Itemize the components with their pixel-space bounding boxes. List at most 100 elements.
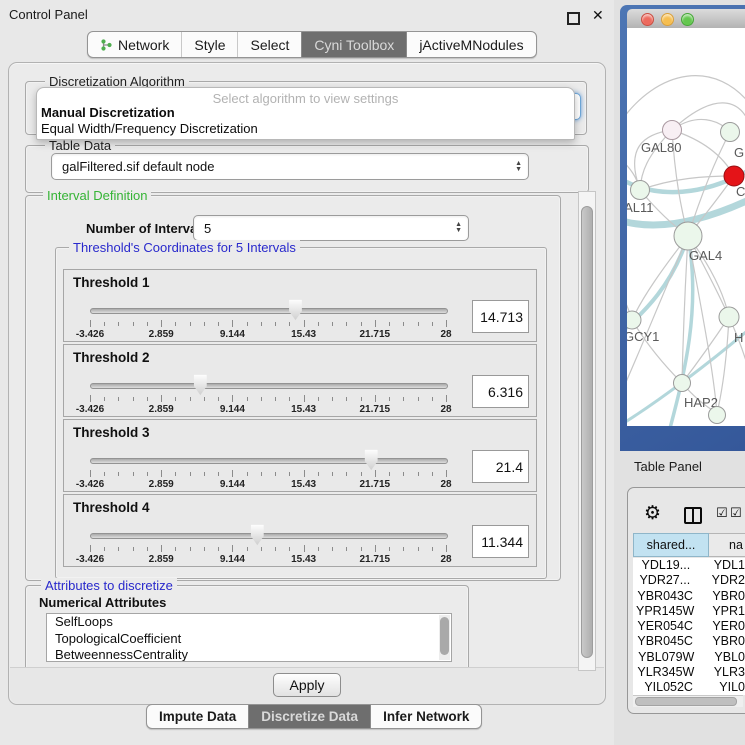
slider-track[interactable] — [90, 533, 448, 539]
threshold-slider[interactable]: -3.4262.8599.14415.4321.71528 — [90, 448, 446, 490]
algorithm-options: Manual DiscretizationEqual Width/Frequen… — [41, 105, 570, 137]
slider-tick — [318, 397, 319, 401]
table-data-combobox[interactable]: galFiltered.sif default node ▲ ▼ — [51, 153, 529, 180]
threshold-value-field[interactable] — [472, 450, 529, 483]
slider-tick — [432, 547, 433, 551]
slider-tick — [90, 545, 91, 552]
cell-name[interactable]: YER0 — [697, 619, 745, 634]
network-node-h[interactable] — [719, 307, 739, 327]
tab-jactivemnodules[interactable]: jActiveMNodules — [406, 32, 535, 57]
threshold-slider[interactable]: -3.4262.8599.14415.4321.71528 — [90, 523, 446, 565]
tab-network[interactable]: Network — [88, 32, 181, 57]
network-node-gal4[interactable] — [674, 222, 702, 250]
slider-track[interactable] — [90, 308, 448, 314]
table-row[interactable]: YIL052CYIL0 — [633, 680, 745, 695]
tab-label: Style — [194, 37, 225, 53]
network-node[interactable] — [724, 166, 744, 186]
float-window-icon[interactable] — [567, 12, 580, 25]
cell-shared-name[interactable]: YDR27... — [633, 573, 697, 588]
table-row[interactable]: YDR27...YDR2 — [633, 573, 745, 588]
network-node-gal11[interactable] — [631, 181, 650, 200]
slider-tick — [289, 322, 290, 326]
slider-thumb[interactable] — [249, 524, 265, 546]
threshold-slider[interactable]: -3.4262.8599.14415.4321.71528 — [90, 298, 446, 340]
checkbox-icon[interactable]: ☑ — [716, 506, 728, 521]
table-row[interactable]: YDL19...YDL1 — [633, 558, 745, 573]
tab-discretize-data[interactable]: Discretize Data — [248, 705, 370, 728]
table-row[interactable]: YBR045CYBR0 — [633, 634, 745, 649]
tab-style[interactable]: Style — [181, 32, 237, 57]
cell-shared-name[interactable]: YBL079W — [633, 650, 699, 665]
cell-name[interactable]: YLR3 — [699, 665, 745, 680]
network-canvas[interactable]: GAL80GAL11GAL4GCY1HHAP2GC — [627, 28, 745, 426]
slider-tick — [90, 320, 91, 327]
tab-infer-network[interactable]: Infer Network — [370, 705, 481, 728]
network-node-gal80[interactable] — [663, 121, 682, 140]
threshold-slider[interactable]: -3.4262.8599.14415.4321.71528 — [90, 373, 446, 415]
threshold-value-field[interactable] — [472, 525, 529, 558]
cell-name[interactable]: YDL1 — [699, 558, 745, 573]
slider-thumb[interactable] — [192, 374, 208, 396]
attribute-item-selfloops[interactable]: SelfLoops — [47, 614, 451, 631]
column-header-shared[interactable]: shared... — [633, 533, 709, 557]
table-row[interactable]: YPR145WYPR1 — [633, 604, 745, 619]
slider-thumb[interactable] — [287, 299, 303, 321]
checkbox-icon[interactable]: ☑ — [730, 506, 742, 521]
cell-shared-name[interactable]: YPR145W — [633, 604, 697, 619]
cell-shared-name[interactable]: YIL052C — [633, 680, 704, 695]
table-data-label: Table Data — [45, 138, 115, 153]
column-header-name[interactable]: na — [709, 533, 745, 557]
network-node[interactable] — [709, 407, 726, 424]
mac-zoom-icon[interactable] — [681, 13, 694, 26]
numerical-attributes-list[interactable]: SelfLoopsTopologicalCoefficientBetweenne… — [46, 613, 452, 662]
gear-icon[interactable]: ⚙ — [644, 502, 661, 524]
attribute-item-betweennesscentrality[interactable]: BetweennessCentrality — [47, 647, 451, 662]
close-icon[interactable]: ✕ — [592, 8, 604, 24]
cell-shared-name[interactable]: YBR045C — [633, 634, 697, 649]
threshold-value-field[interactable] — [472, 300, 529, 333]
tab-select[interactable]: Select — [237, 32, 301, 57]
attribute-item-topologicalcoefficient[interactable]: TopologicalCoefficient — [47, 631, 451, 648]
threshold-value-field[interactable] — [472, 375, 529, 408]
tab-cyni-toolbox[interactable]: Cyni Toolbox — [301, 32, 406, 57]
attributes-scrollbar[interactable] — [439, 615, 450, 660]
slider-track[interactable] — [90, 383, 448, 389]
mac-minimize-icon[interactable] — [661, 13, 674, 26]
table-row[interactable]: YLR345WYLR3 — [633, 665, 745, 680]
cell-name[interactable]: YPR1 — [697, 604, 745, 619]
tab-impute-data[interactable]: Impute Data — [147, 705, 248, 728]
cell-shared-name[interactable]: YER054C — [633, 619, 697, 634]
cell-name[interactable]: YBL0 — [699, 650, 745, 665]
cell-shared-name[interactable]: YDL19... — [633, 558, 699, 573]
table-row[interactable]: YBR043CYBR0 — [633, 589, 745, 604]
cell-name[interactable]: YBR0 — [697, 634, 745, 649]
network-window-titlebar[interactable] — [627, 9, 745, 29]
network-node-gcy1[interactable] — [627, 311, 641, 329]
panel-scrollbar[interactable] — [578, 191, 596, 671]
slider-tick — [389, 547, 390, 551]
cell-shared-name[interactable]: YLR345W — [633, 665, 699, 680]
slider-tick — [361, 322, 362, 326]
columns-icon[interactable] — [684, 507, 702, 524]
cell-shared-name[interactable]: YBR043C — [633, 589, 697, 604]
cell-name[interactable]: YDR2 — [697, 573, 745, 588]
network-node-hap2[interactable] — [674, 375, 691, 392]
table-row[interactable]: YER054CYER0 — [633, 619, 745, 634]
algorithm-option-equal-width-frequency-discretization[interactable]: Equal Width/Frequency Discretization — [41, 121, 570, 137]
slider-tick — [361, 472, 362, 476]
cell-name[interactable]: YIL0 — [704, 680, 745, 695]
table-row[interactable]: YBL079WYBL0 — [633, 650, 745, 665]
cell-name[interactable]: YBR0 — [697, 589, 745, 604]
mac-close-icon[interactable] — [641, 13, 654, 26]
slider-tick — [118, 397, 119, 401]
algorithm-option-manual-discretization[interactable]: Manual Discretization — [41, 105, 570, 121]
slider-track[interactable] — [90, 458, 448, 464]
network-icon — [100, 38, 113, 52]
network-node[interactable] — [721, 123, 740, 142]
table-hscrollbar[interactable] — [633, 695, 743, 707]
number-of-intervals-combobox[interactable]: 5 ▲ ▼ — [193, 215, 469, 241]
apply-button[interactable]: Apply — [273, 673, 341, 697]
slider-thumb[interactable] — [363, 449, 379, 471]
threshold-label: Threshold 4 — [73, 500, 150, 515]
interval-definition-label: Interval Definition — [43, 188, 151, 203]
